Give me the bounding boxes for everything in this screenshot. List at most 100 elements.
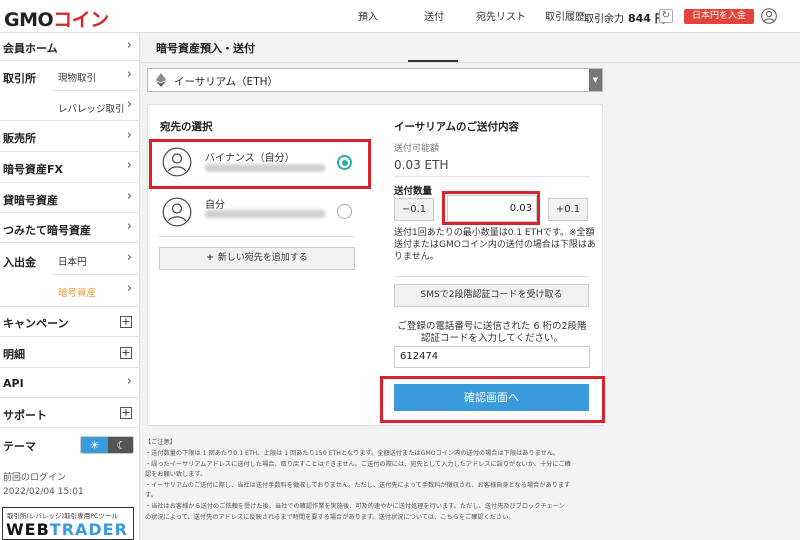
2fa-code-input[interactable]: 612474: [394, 346, 590, 368]
sidebar-label: 入出金: [3, 256, 36, 269]
redacted-address: [205, 164, 325, 172]
sms-2fa-button[interactable]: SMSで2段階認証コードを受け取る: [394, 284, 589, 307]
add-destination-button[interactable]: + 新しい宛先を追加する: [159, 247, 355, 270]
moon-icon[interactable]: ☾: [108, 437, 133, 453]
chevron-right-icon: ›: [126, 97, 132, 112]
sidebar-item-lending[interactable]: 貸暗号資産 ›: [0, 183, 140, 213]
active-tab-indicator: [408, 60, 458, 62]
quantity-label: 送付数量: [394, 186, 433, 197]
page-title: 暗号資産預入・送付: [156, 42, 255, 55]
sidebar-item-campaign[interactable]: キャンペーン +: [0, 307, 140, 337]
person-avatar-icon: [162, 197, 192, 227]
chevron-right-icon: ›: [126, 38, 132, 53]
sidebar-item-store[interactable]: 販売所 ›: [0, 122, 140, 152]
destination-option[interactable]: 自分: [157, 192, 367, 236]
sidebar-label: サポート: [3, 409, 47, 422]
sidebar-item-deposit-jpy[interactable]: 日本円 ›: [52, 243, 140, 275]
sidebar-item-crypto-fx[interactable]: 暗号資産FX ›: [0, 152, 140, 183]
webtrader-caption: 取引所(レバレッジ)取引専用PCツール: [7, 512, 119, 520]
tab-history[interactable]: 取引履歴: [545, 8, 585, 23]
notes-line: ・送付数量の下限は 1 回あたり0.1 ETH、上限は 1 回あたり150 ET…: [145, 450, 560, 457]
top-header: GMOコイン 取引余力 844 円 ↻ 日本円を入金: [0, 0, 800, 33]
quantity-input[interactable]: 0.03: [447, 195, 537, 222]
notes-line: ・イーサリアムのご送付に際し、当社は送付手数料を徴収しておりません。ただし、送付…: [145, 482, 571, 489]
ethereum-icon: [155, 73, 167, 87]
notes-line: の状況によって、送付先のアドレスに反映されるまで時間を要する場合があります。送付…: [145, 514, 515, 521]
sidebar-item-statements[interactable]: 明細 +: [0, 337, 140, 368]
redacted-address: [205, 210, 325, 218]
webtrader-logo: WEBTRADER: [6, 520, 128, 539]
sidebar-sublabel: 現物取引: [58, 73, 97, 84]
divider: [394, 276, 590, 277]
deposit-jpy-button[interactable]: 日本円を入金: [684, 9, 754, 24]
sidebar-label: 取引所: [3, 72, 36, 85]
sidebar-label: キャンペーン: [3, 317, 69, 330]
gmo-coin-logo[interactable]: GMOコイン: [4, 5, 109, 32]
sidebar-label: 明細: [3, 348, 25, 361]
sidebar-sublabel: 暗号資産: [58, 288, 97, 299]
sidebar-label: 販売所: [3, 132, 36, 145]
sidebar-item-spot[interactable]: 現物取引 ›: [52, 61, 140, 91]
destination-name: 自分: [205, 200, 225, 211]
decrease-quantity-button[interactable]: −0.1: [394, 198, 434, 221]
available-label: 送付可能額: [394, 144, 440, 154]
sidebar-item-tsumitate[interactable]: つみたて暗号資産 ›: [0, 213, 140, 243]
divider: [394, 176, 590, 177]
sidebar-sublabel: レバレッジ取引: [58, 104, 125, 115]
expand-plus-icon: +: [120, 315, 132, 328]
sidebar-item-home[interactable]: 会員ホーム ›: [0, 33, 140, 61]
sidebar-item-support[interactable]: サポート +: [0, 398, 140, 428]
notes-line: す。: [145, 492, 157, 499]
notes-line: 認をお願い致します。: [145, 471, 207, 478]
destination-title: 宛先の選択: [160, 121, 213, 133]
confirm-button[interactable]: 確認画面へ: [394, 384, 589, 411]
increase-quantity-button[interactable]: +0.1: [548, 198, 588, 221]
user-account-icon[interactable]: [761, 8, 777, 24]
notes-line: ・当社はお客様から送付のご依頼を受けた後、当社での確認作業を実施後、可及的速やか…: [145, 503, 565, 510]
available-value: 0.03 ETH: [394, 158, 449, 172]
balance-display: 取引余力 844 円: [584, 10, 666, 26]
person-avatar-icon: [162, 147, 192, 177]
sidebar-sublabel: 日本円: [58, 257, 87, 268]
sidebar-item-api[interactable]: API ›: [0, 368, 140, 398]
logo-main: GMO: [4, 9, 54, 31]
tab-send[interactable]: 送付: [424, 8, 444, 23]
destination-radio[interactable]: [337, 155, 352, 170]
quantity-note: 送付1回あたりの最小数量は0.1 ETHです。※全額送付またはGMOコイン内の送…: [394, 228, 596, 262]
tab-bar-divider: [140, 62, 800, 63]
sidebar-label: 貸暗号資産: [3, 194, 58, 207]
plus-icon: +: [206, 253, 214, 263]
destination-name: バイナンス（自分）: [205, 153, 295, 164]
sidebar-label: つみたて暗号資産: [3, 224, 91, 237]
balance-label: 取引余力: [584, 14, 624, 25]
chevron-right-icon: ›: [126, 158, 132, 173]
notes-line: ・誤ったイーサリアムアドレスに送付した場合、取り戻すことはできません。ご送付の際…: [145, 461, 571, 468]
sidebar: 会員ホーム › 取引所 現物取引 › レバレッジ取引 › 販売所 › 暗号資産F…: [0, 33, 140, 540]
destination-radio[interactable]: [337, 204, 352, 219]
sun-icon[interactable]: ☀: [81, 437, 108, 453]
tab-address-list[interactable]: 宛先リスト: [476, 8, 526, 23]
sidebar-label: 暗号資産FX: [3, 163, 63, 176]
currency-select[interactable]: イーサリアム（ETH） ▼: [147, 68, 603, 92]
refresh-balance-button[interactable]: ↻: [659, 9, 673, 23]
dropdown-arrow-icon[interactable]: ▼: [589, 69, 602, 91]
sidebar-label: 会員ホーム: [3, 42, 58, 55]
send-title: イーサリアムのご送付内容: [394, 121, 520, 133]
theme-label: テーマ: [3, 440, 36, 453]
chevron-right-icon: ›: [126, 189, 132, 204]
sidebar-item-deposit-crypto[interactable]: 暗号資産 ›: [52, 275, 140, 307]
chevron-right-icon: ›: [126, 281, 132, 296]
tab-deposit[interactable]: 預入: [358, 8, 378, 23]
last-login-label: 前回のログイン: [3, 473, 67, 483]
destination-option[interactable]: バイナンス（自分）: [157, 142, 367, 186]
theme-toggle[interactable]: ☀ ☾: [80, 436, 134, 454]
last-login-value: 2022/02/04 15:01: [3, 487, 84, 497]
chevron-right-icon: ›: [126, 128, 132, 143]
webtrader-banner[interactable]: 取引所(レバレッジ)取引専用PCツール WEBTRADER: [2, 507, 134, 540]
expand-plus-icon: +: [120, 406, 132, 419]
sidebar-item-leverage[interactable]: レバレッジ取引 ›: [52, 91, 140, 121]
chevron-right-icon: ›: [126, 67, 132, 82]
webtrader-logo-main: WEB: [6, 520, 50, 539]
divider: [159, 236, 355, 237]
refresh-icon: ↻: [661, 10, 671, 21]
